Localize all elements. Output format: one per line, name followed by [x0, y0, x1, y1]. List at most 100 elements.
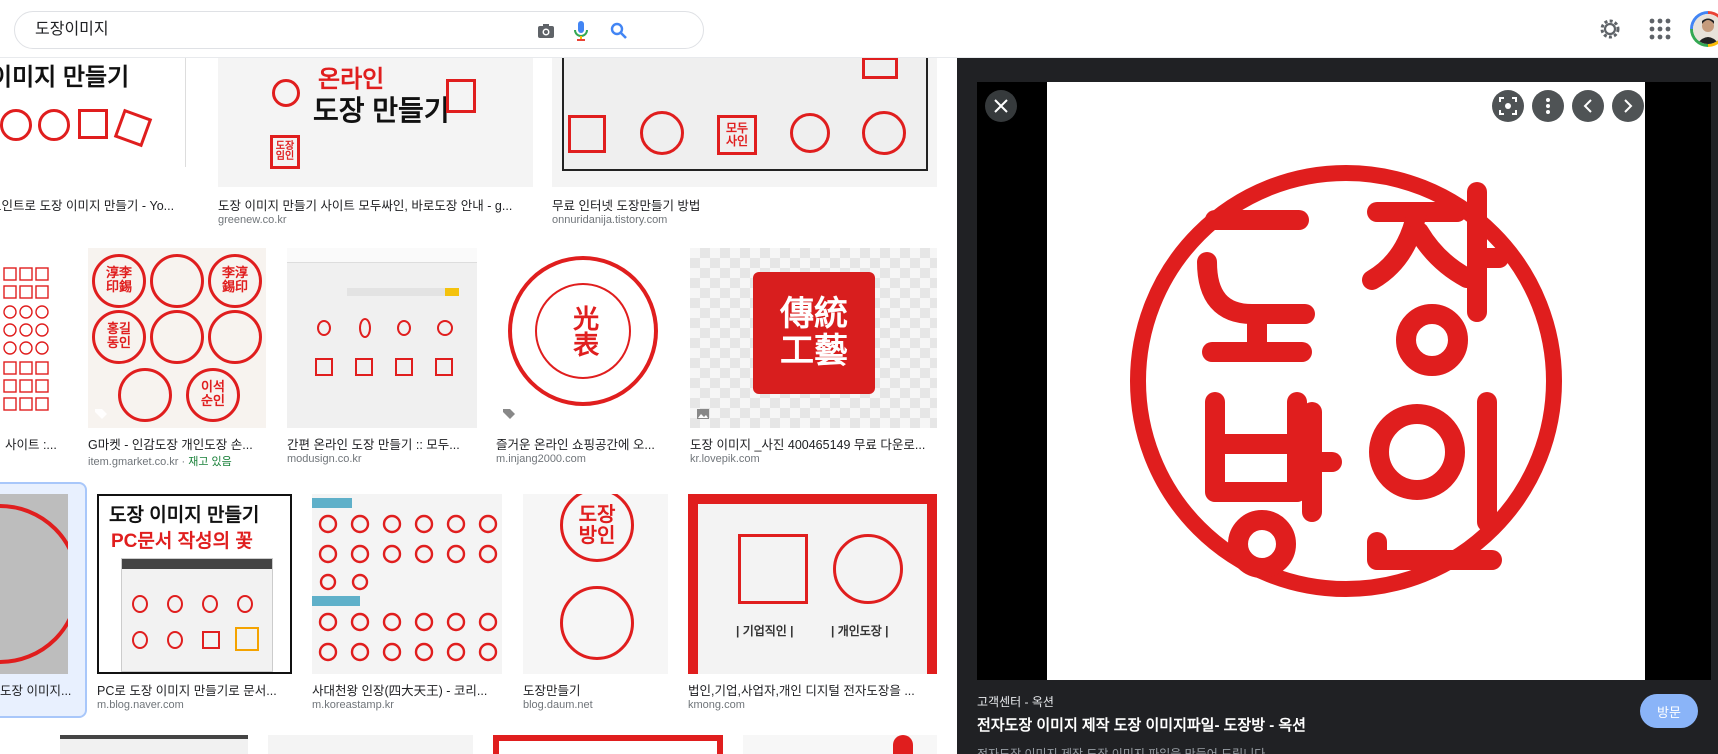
- result-title[interactable]: 도장만들기: [523, 680, 668, 699]
- seal-graphic: 홍길 동인: [92, 310, 146, 364]
- result-thumbnail: 모두 사인: [552, 57, 937, 187]
- image-result[interactable]: 이미지 만들기 포인트로 도장 이미지 만들기 - Yo...: [0, 57, 186, 213]
- result-title[interactable]: 도장 이미지...: [0, 680, 80, 699]
- result-title[interactable]: 포인트로 도장 이미지 만들기 - Yo...: [0, 195, 185, 214]
- result-source[interactable]: greenew.co.kr: [218, 214, 533, 226]
- seal-graphic: [78, 109, 108, 139]
- seal-graphic: [0, 109, 32, 141]
- image-result[interactable]: 모두 사인 무료 인터넷 도장만들기 방법 onnuridanija.tisto…: [552, 57, 937, 227]
- preview-title[interactable]: 전자도장 이미지 제작 도장 이미지파일- 도장방 - 옥션: [977, 714, 1306, 735]
- seal-graphic: [833, 534, 903, 604]
- image-result[interactable]: [493, 735, 723, 754]
- preview-description: 전자도장 이미지 제작 도장 이미지 파일을 만들어 드립니다: [977, 747, 1266, 754]
- result-source[interactable]: onnuridanija.tistory.com: [552, 214, 937, 226]
- search-box[interactable]: [14, 11, 704, 49]
- seal-graphic: [560, 586, 634, 660]
- result-title[interactable]: 도장 이미지 만들기 사이트 모두싸인, 바로도장 안내 - g...: [218, 195, 533, 214]
- search-inside-image-button[interactable]: [1492, 90, 1524, 122]
- gear-icon[interactable]: [1597, 16, 1623, 42]
- image-result[interactable]: 온라인 도장 만들기 도장 임인 도장 이미지 만들기 사이트 모두싸인, 바로…: [218, 57, 533, 227]
- image-result[interactable]: 光表 즐거운 온라인 쇼핑공간에 오... m.injang2000.com: [496, 248, 671, 468]
- more-options-button[interactable]: [1532, 90, 1564, 122]
- result-title[interactable]: G마켓 - 인감도장 개인도장 손...: [88, 434, 266, 453]
- seal-graphic: [167, 595, 183, 613]
- image-result[interactable]: [60, 735, 248, 754]
- result-source[interactable]: kmong.com: [688, 699, 937, 711]
- result-source[interactable]: blog.daum.net: [523, 699, 668, 711]
- result-source[interactable]: kr.lovepik.com: [690, 453, 937, 465]
- image-result[interactable]: [743, 735, 937, 754]
- result-title[interactable]: 명 사이트 :...: [0, 434, 70, 453]
- result-thumbnail: | 기업직인 | | 개인도장 |: [688, 494, 937, 674]
- seal-grid-graphic: [318, 514, 498, 662]
- seal-graphic: [118, 368, 172, 422]
- seal-graphic: [862, 57, 898, 79]
- result-thumbnail: [0, 494, 68, 674]
- seal-graphic: [167, 631, 183, 649]
- search-icon[interactable]: [607, 19, 631, 43]
- close-icon: [994, 99, 1008, 113]
- seal-graphic: [38, 109, 70, 141]
- image-result[interactable]: 사대천왕 인장(四大天王) - 코리... m.koreastamp.kr: [312, 494, 502, 714]
- image-result[interactable]: 淳李 印錫 李淳 錫印 홍길 동인 이석 순인 G마켓 - 인감도장 개인도장 …: [88, 248, 266, 468]
- result-thumbnail: 傳統 工藝: [690, 248, 937, 428]
- seal-graphic: [202, 595, 218, 613]
- image-result[interactable]: 傳統 工藝 도장 이미지 _사진 400465149 무료 다운로... kr.…: [690, 248, 937, 468]
- preview-source[interactable]: 고객센터 - 옥션: [977, 693, 1054, 710]
- seal-graphic: 李淳 錫印: [208, 254, 262, 308]
- result-title[interactable]: 무료 인터넷 도장만들기 방법: [552, 195, 937, 214]
- seal-inner: 光表: [535, 283, 631, 379]
- next-image-button[interactable]: [1612, 90, 1644, 122]
- seal-graphic: 傳統 工藝: [753, 272, 875, 394]
- top-bar: [0, 0, 1718, 58]
- avatar[interactable]: [1690, 11, 1718, 47]
- result-title[interactable]: PC로 도장 이미지 만들기로 문서...: [97, 680, 292, 699]
- visit-button[interactable]: 방문: [1640, 694, 1698, 728]
- result-thumbnail: 도장 이미지 만들기 PC문서 작성의 꽃: [97, 494, 292, 674]
- image-result[interactable]: | 기업직인 | | 개인도장 | 법인,기업,사업자,개인 디지털 전자도장을…: [688, 494, 937, 714]
- image-result[interactable]: 도장 이미지 만들기 PC문서 작성의 꽃 PC로 도장 이미지 만들기로 문서…: [97, 494, 292, 714]
- result-thumbnail: 이미지 만들기: [0, 57, 186, 167]
- image-result[interactable]: 명 사이트 :...: [0, 248, 70, 452]
- thumbnail-banner-bottom: 도장 만들기: [313, 95, 450, 126]
- preview-image[interactable]: [1047, 82, 1645, 680]
- result-source[interactable]: modusign.co.kr: [287, 453, 477, 465]
- result-title[interactable]: 법인,기업,사업자,개인 디지털 전자도장을 ...: [688, 680, 937, 699]
- result-thumbnail: 光表: [496, 248, 671, 428]
- image-result[interactable]: [268, 735, 473, 754]
- result-title[interactable]: 간편 온라인 도장 만들기 :: 모두...: [287, 434, 477, 453]
- seal-graphic: [738, 534, 808, 604]
- thumbnail-shape: [893, 735, 913, 754]
- thumbnail-label-personal: | 개인도장 |: [831, 624, 889, 638]
- image-result-selected[interactable]: 도장 이미지...: [0, 482, 87, 718]
- seal-graphic: [208, 310, 262, 364]
- seal-graphic: [272, 79, 300, 107]
- seal-graphic: [568, 115, 606, 153]
- thumbnail-banner-text: 이미지 만들기: [0, 64, 130, 91]
- result-source[interactable]: m.injang2000.com: [496, 453, 671, 465]
- image-result[interactable]: 간편 온라인 도장 만들기 :: 모두... modusign.co.kr: [287, 248, 477, 468]
- result-source[interactable]: m.blog.naver.com: [97, 699, 292, 711]
- result-title[interactable]: 도장 이미지 _사진 400465149 무료 다운로...: [690, 434, 937, 453]
- result-title[interactable]: 사대천왕 인장(四大天王) - 코리...: [312, 680, 502, 699]
- result-source[interactable]: item.gmarket.co.kr · 재고 있음: [88, 453, 266, 469]
- microphone-icon[interactable]: [569, 19, 593, 43]
- seal-graphic: [237, 595, 253, 613]
- camera-icon[interactable]: [534, 19, 558, 43]
- thumbnail-label-corporate: | 기업직인 |: [736, 624, 794, 638]
- image-result[interactable]: 도장 방인 도장만들기 blog.daum.net: [523, 494, 668, 714]
- result-thumbnail: [287, 248, 477, 428]
- seal-graphic: 모두 사인: [717, 115, 757, 155]
- close-button[interactable]: [985, 90, 1017, 122]
- result-title[interactable]: 즐거운 온라인 쇼핑공간에 오...: [496, 434, 671, 453]
- search-input[interactable]: [35, 12, 555, 48]
- apps-grid-icon[interactable]: [1648, 17, 1672, 41]
- seal-graphic: 淳李 印錫: [92, 254, 146, 308]
- shopping-tag-icon: [503, 409, 515, 419]
- previous-image-button[interactable]: [1572, 90, 1604, 122]
- seal-graphic: [355, 358, 373, 376]
- mock-screenshot: [121, 558, 273, 672]
- result-source[interactable]: m.koreastamp.kr: [312, 699, 502, 711]
- seal-graphic: [132, 595, 148, 613]
- seal-graphic: 도장 방인: [560, 494, 634, 562]
